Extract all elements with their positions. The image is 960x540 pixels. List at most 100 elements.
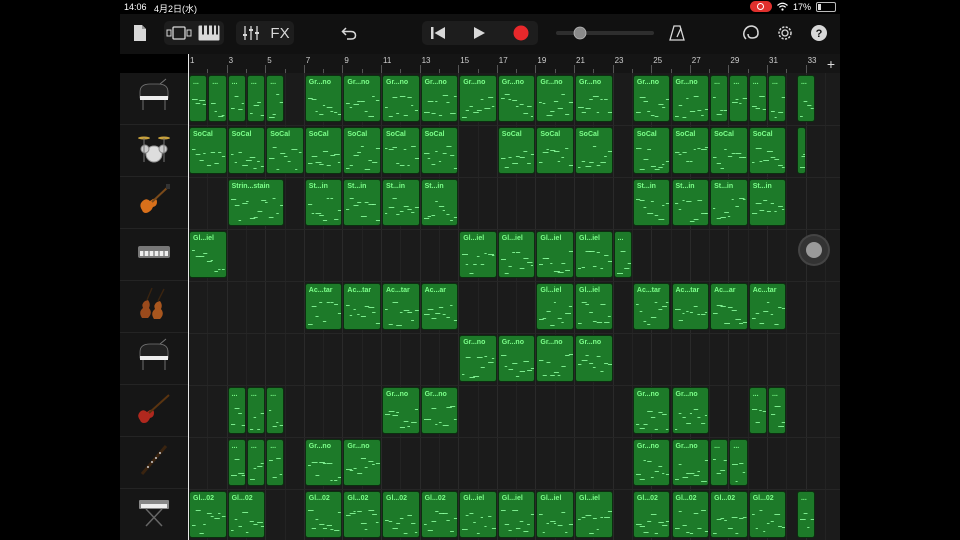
- track-header-drums[interactable]: [120, 125, 188, 177]
- region[interactable]: ...: [266, 387, 285, 434]
- region[interactable]: SoCal: [343, 127, 381, 174]
- region[interactable]: Gr...no: [632, 439, 671, 486]
- playhead[interactable]: [188, 54, 189, 540]
- region[interactable]: St...in: [420, 179, 459, 226]
- region[interactable]: St...in: [382, 179, 420, 226]
- track-header-keyboard[interactable]: [120, 229, 188, 281]
- tracks-area[interactable]: ............... Gr...no Gr...no Gr...no Gr..…: [188, 73, 840, 540]
- region[interactable]: Gl...02: [189, 491, 227, 538]
- loop-browser-icon[interactable]: [740, 22, 762, 44]
- region[interactable]: ...: [748, 75, 767, 122]
- region[interactable]: Gr...no: [671, 387, 710, 434]
- region[interactable]: Ac...tar: [343, 283, 381, 330]
- region[interactable]: SoCal: [575, 127, 613, 174]
- region[interactable]: Gl...02: [420, 491, 459, 538]
- region[interactable]: Gl...02: [382, 491, 420, 538]
- region[interactable]: Gr...no: [536, 335, 574, 382]
- region[interactable]: Gr...no: [459, 335, 497, 382]
- region[interactable]: Gr...no: [420, 387, 459, 434]
- region[interactable]: Gr...no: [459, 75, 497, 122]
- region[interactable]: St...in: [304, 179, 343, 226]
- region[interactable]: Gr...no: [420, 75, 459, 122]
- region[interactable]: SoCal: [710, 127, 748, 174]
- region[interactable]: Gr...no: [304, 439, 343, 486]
- region[interactable]: ...: [246, 387, 266, 434]
- region[interactable]: St...in: [343, 179, 381, 226]
- tracks-view-icon[interactable]: [166, 25, 192, 41]
- keyboard-view-icon[interactable]: [197, 24, 221, 42]
- region[interactable]: SoCal: [671, 127, 710, 174]
- region[interactable]: Gl...iel: [575, 491, 613, 538]
- region[interactable]: Gl...iel: [575, 231, 613, 278]
- region[interactable]: [796, 127, 806, 174]
- region[interactable]: ...: [613, 231, 632, 278]
- region[interactable]: SoCal: [382, 127, 420, 174]
- region[interactable]: Gl...iel: [536, 491, 574, 538]
- region[interactable]: Gr...no: [632, 75, 671, 122]
- region[interactable]: ...: [729, 439, 748, 486]
- region[interactable]: Gr...no: [304, 75, 343, 122]
- region[interactable]: ...: [227, 387, 246, 434]
- track-header-synth-keyboard[interactable]: [120, 489, 188, 540]
- region[interactable]: Gr...no: [632, 387, 671, 434]
- region[interactable]: SoCal: [497, 127, 536, 174]
- region[interactable]: ...: [748, 387, 767, 434]
- region[interactable]: ...: [208, 75, 227, 122]
- region[interactable]: SoCal: [266, 127, 304, 174]
- region[interactable]: Gr...no: [382, 387, 420, 434]
- region[interactable]: SoCal: [748, 127, 787, 174]
- region[interactable]: ...: [266, 75, 285, 122]
- master-volume-slider[interactable]: [556, 26, 654, 40]
- region[interactable]: SoCal: [304, 127, 343, 174]
- region[interactable]: ...: [227, 75, 246, 122]
- region[interactable]: Ac...tar: [748, 283, 787, 330]
- region[interactable]: ...: [246, 439, 266, 486]
- fx-button[interactable]: FX: [268, 22, 292, 44]
- region[interactable]: Ac...tar: [382, 283, 420, 330]
- track-header-strings[interactable]: [120, 281, 188, 333]
- record-icon[interactable]: [509, 24, 533, 42]
- region[interactable]: Gl...iel: [536, 283, 574, 330]
- region[interactable]: Gr...no: [575, 75, 613, 122]
- region[interactable]: ...: [768, 75, 787, 122]
- region[interactable]: Ac...tar: [632, 283, 671, 330]
- region[interactable]: Gl...iel: [536, 231, 574, 278]
- region[interactable]: SoCal: [227, 127, 266, 174]
- region[interactable]: Gr...no: [536, 75, 574, 122]
- track-header-woodwind[interactable]: [120, 437, 188, 489]
- region[interactable]: ...: [729, 75, 748, 122]
- region[interactable]: Gl...iel: [459, 231, 497, 278]
- region[interactable]: Ac...tar: [304, 283, 343, 330]
- metronome-icon[interactable]: [666, 22, 688, 44]
- region[interactable]: Gr...no: [343, 75, 381, 122]
- region[interactable]: ...: [189, 75, 208, 122]
- region[interactable]: ...: [710, 75, 729, 122]
- mixer-icon[interactable]: [240, 24, 262, 42]
- region[interactable]: Strin...stain: [227, 179, 285, 226]
- region[interactable]: St...in: [671, 179, 710, 226]
- region[interactable]: ...: [768, 387, 787, 434]
- region[interactable]: Gl...02: [748, 491, 787, 538]
- region[interactable]: Gl...02: [632, 491, 671, 538]
- region[interactable]: Gl...02: [343, 491, 381, 538]
- region[interactable]: Gr...no: [497, 75, 536, 122]
- region[interactable]: Gl...iel: [497, 491, 536, 538]
- region[interactable]: Gl...iel: [575, 283, 613, 330]
- my-songs-icon[interactable]: [130, 22, 150, 44]
- region[interactable]: St...in: [710, 179, 748, 226]
- track-lane[interactable]: [188, 385, 840, 438]
- region[interactable]: SoCal: [420, 127, 459, 174]
- region[interactable]: ...: [266, 439, 285, 486]
- region[interactable]: Gr...no: [575, 335, 613, 382]
- region[interactable]: Gl...02: [304, 491, 343, 538]
- play-icon[interactable]: [467, 24, 491, 42]
- region[interactable]: SoCal: [632, 127, 671, 174]
- region[interactable]: ...: [246, 75, 266, 122]
- region[interactable]: Gl...02: [227, 491, 266, 538]
- region[interactable]: ...: [227, 439, 246, 486]
- region[interactable]: Gl...02: [671, 491, 710, 538]
- region[interactable]: SoCal: [536, 127, 574, 174]
- add-section-button[interactable]: +: [822, 54, 840, 73]
- region[interactable]: St...in: [632, 179, 671, 226]
- region[interactable]: Gl...iel: [497, 231, 536, 278]
